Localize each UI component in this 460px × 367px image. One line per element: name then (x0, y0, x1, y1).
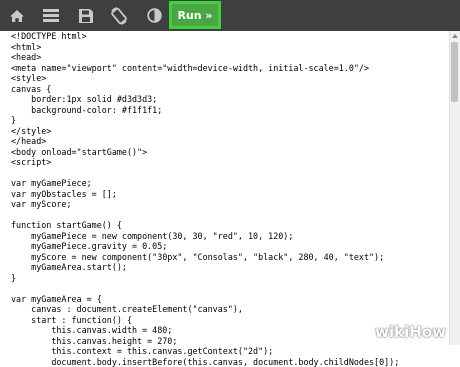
code-line: myGameArea.start(); (11, 262, 399, 273)
home-icon[interactable] (6, 0, 28, 31)
code-line: } (11, 115, 399, 126)
code-line: <style> (11, 73, 399, 84)
code-line: start : function() { (11, 315, 399, 326)
code-line (11, 210, 399, 221)
editor-toolbar: Run » (0, 0, 460, 31)
code-line: } (11, 273, 399, 284)
code-line: var myObstacles = []; (11, 189, 399, 200)
scrollbar-thumb[interactable] (451, 42, 458, 102)
code-line: canvas { (11, 84, 399, 95)
code-line: </style> (11, 126, 399, 137)
code-line: var myScore; (11, 199, 399, 210)
code-line: <body onload="startGame()"> (11, 147, 399, 158)
code-line (11, 168, 399, 179)
code-line: <!DOCTYPE html> (11, 31, 399, 42)
run-button[interactable]: Run » (169, 1, 221, 29)
code-line: this.context = this.canvas.getContext("2… (11, 346, 399, 357)
code-line: <head> (11, 52, 399, 63)
save-icon[interactable] (75, 0, 97, 31)
watermark-prefix: wiki (375, 323, 409, 341)
code-line: var myGamePiece; (11, 178, 399, 189)
watermark-suffix: How (409, 323, 446, 341)
code-line: var myGameArea = { (11, 294, 399, 305)
code-line: <html> (11, 42, 399, 53)
code-line: border:1px solid #d3d3d3; (11, 94, 399, 105)
wikihow-watermark: wikiHow (375, 323, 446, 341)
code-line: this.canvas.height = 270; (11, 336, 399, 347)
menu-icon[interactable] (40, 0, 62, 31)
code-text[interactable]: <!DOCTYPE html><html><head><meta name="v… (11, 31, 399, 367)
code-line: function startGame() { (11, 220, 399, 231)
rotate-icon[interactable] (108, 0, 130, 31)
code-line: canvas : document.createElement("canvas"… (11, 304, 399, 315)
code-line: this.canvas.width = 480; (11, 325, 399, 336)
code-line: <script> (11, 157, 399, 168)
code-line: myScore = new component("30px", "Consola… (11, 252, 399, 263)
code-line: document.body.insertBefore(this.canvas, … (11, 357, 399, 367)
code-editor[interactable]: <!DOCTYPE html><html><head><meta name="v… (0, 31, 460, 345)
code-line: <meta name="viewport" content="width=dev… (11, 63, 399, 74)
scroll-up-arrow-icon[interactable] (452, 34, 458, 38)
code-line: background-color: #f1f1f1; (11, 105, 399, 116)
code-line: myGamePiece = new component(30, 30, "red… (11, 231, 399, 242)
code-line: myGamePiece.gravity = 0.05; (11, 241, 399, 252)
code-line: </head> (11, 136, 399, 147)
contrast-icon[interactable] (143, 0, 165, 31)
code-line (11, 283, 399, 294)
